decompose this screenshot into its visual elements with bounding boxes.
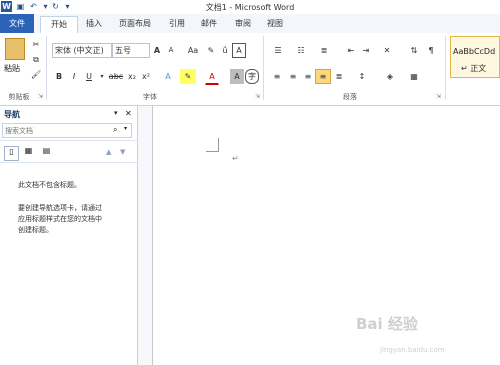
- tab-file[interactable]: 文件: [0, 14, 34, 33]
- watermark: Bai 经验: [356, 315, 418, 333]
- tab-insert[interactable]: 插入: [82, 17, 106, 31]
- nav-pane-title: 导航: [4, 110, 20, 119]
- superscript-button[interactable]: x²: [139, 69, 153, 84]
- sort-icon[interactable]: ⇅: [407, 43, 421, 58]
- document-page[interactable]: ↵: [152, 106, 500, 365]
- paragraph-launcher-icon[interactable]: ⇲: [436, 93, 441, 100]
- numbering-icon[interactable]: ☷: [292, 43, 310, 58]
- next-heading-icon[interactable]: ▼: [120, 148, 125, 156]
- help-line-3: 创建标题。: [18, 226, 53, 234]
- browse-pages-tab-icon[interactable]: ▦: [22, 146, 35, 159]
- nav-pane-splitter[interactable]: [138, 106, 152, 365]
- chevron-down-icon[interactable]: ▾: [124, 125, 127, 132]
- tab-references[interactable]: 引用: [166, 17, 188, 31]
- decrease-indent-icon[interactable]: ⇤: [343, 43, 359, 58]
- font-color-button[interactable]: A: [205, 69, 219, 85]
- tab-page-layout[interactable]: 页面布局: [112, 17, 158, 31]
- borders-icon[interactable]: ▦: [405, 69, 423, 84]
- tab-view[interactable]: 视图: [264, 17, 286, 31]
- align-center-icon[interactable]: ≡: [285, 69, 301, 84]
- show-marks-icon[interactable]: ¶: [424, 43, 438, 58]
- style-sample-text: AaBbCcDd: [453, 47, 496, 56]
- ribbon: 粘贴 ✂ ⧉ 🖌 剪贴板 ⇲ 宋体 (中文正) 五号 A A Aa ✎ ǘ A …: [0, 33, 500, 106]
- search-icon[interactable]: ⌕: [113, 125, 117, 135]
- font-launcher-icon[interactable]: ⇲: [255, 93, 260, 100]
- underline-dropdown-icon[interactable]: ▾: [97, 69, 107, 84]
- nav-pane-menu-icon[interactable]: ▾: [114, 109, 118, 117]
- underline-button[interactable]: U: [82, 69, 96, 84]
- tab-mailings[interactable]: 邮件: [198, 17, 220, 31]
- strikethrough-button[interactable]: abc: [107, 69, 125, 84]
- shading-icon[interactable]: ◈: [381, 69, 399, 84]
- page-corner-mark: [206, 151, 219, 152]
- subscript-button[interactable]: x₂: [125, 69, 139, 84]
- highlight-icon[interactable]: ✎: [180, 69, 196, 84]
- font-name-dropdown[interactable]: 宋体 (中文正): [52, 43, 112, 58]
- ribbon-tab-row: 文件 开始 插入 页面布局 引用 邮件 审阅 视图: [0, 14, 500, 34]
- align-right-icon[interactable]: ≡: [300, 69, 316, 84]
- italic-button[interactable]: I: [67, 69, 81, 84]
- help-line-2: 应用标题样式在您的文档中: [18, 215, 102, 223]
- copy-icon[interactable]: ⧉: [30, 52, 42, 67]
- change-case-button[interactable]: Aa: [183, 43, 203, 58]
- text-effects-icon[interactable]: A: [160, 69, 176, 84]
- clipboard-launcher-icon[interactable]: ⇲: [38, 93, 43, 100]
- bold-button[interactable]: B: [52, 69, 66, 84]
- previous-heading-icon[interactable]: ▲: [106, 148, 111, 156]
- paragraph-group-label: 段落: [343, 93, 357, 101]
- divider: [0, 140, 137, 141]
- title-bar: W ▣ ↶ ▾ ↻ ▾ 文档1 - Microsoft Word: [0, 0, 500, 14]
- help-line-1: 要创建导航选项卡，请通过: [18, 204, 102, 212]
- distributed-icon[interactable]: ≣: [331, 69, 347, 84]
- group-divider: [46, 36, 47, 100]
- browse-headings-tab-icon[interactable]: ▯: [4, 146, 19, 161]
- paragraph-mark-icon: ↵: [232, 154, 239, 163]
- group-divider: [263, 36, 264, 100]
- style-name: ↵ 正文: [461, 64, 487, 73]
- navigation-pane: 导航 ▾ ✕ ⌕ ▾ ▯ ▦ ▤ ▲ ▼ 此文档不包含标题。 要创建导航选项卡，…: [0, 106, 138, 365]
- grow-font-button[interactable]: A: [150, 43, 164, 58]
- font-size-dropdown[interactable]: 五号: [112, 43, 150, 58]
- phonetic-guide-icon[interactable]: ǘ: [218, 43, 232, 58]
- char-shading-icon[interactable]: A: [230, 69, 244, 84]
- font-group-label: 字体: [143, 93, 157, 101]
- page-corner-mark: [218, 138, 219, 152]
- format-painter-icon[interactable]: 🖌: [30, 67, 42, 82]
- justify-icon[interactable]: ≡: [315, 69, 331, 84]
- char-border-icon[interactable]: A: [232, 43, 246, 58]
- clear-format-icon[interactable]: ✎: [204, 43, 218, 58]
- paste-icon[interactable]: [5, 38, 25, 60]
- shrink-font-button[interactable]: A: [164, 43, 178, 58]
- line-spacing-icon[interactable]: ↕: [353, 69, 371, 84]
- window-title: 文档1 - Microsoft Word: [205, 3, 295, 12]
- tab-home[interactable]: 开始: [40, 16, 78, 34]
- browse-results-tab-icon[interactable]: ▤: [40, 146, 53, 159]
- watermark-url: jingyan.baidu.com: [380, 346, 445, 354]
- nav-search-input[interactable]: [5, 124, 109, 137]
- multilevel-list-icon[interactable]: ≣: [315, 43, 333, 58]
- group-divider: [445, 36, 446, 100]
- close-icon[interactable]: ✕: [125, 109, 132, 118]
- enclose-char-icon[interactable]: 字: [245, 69, 259, 84]
- cut-icon[interactable]: ✂: [30, 37, 42, 52]
- chinese-layout-icon[interactable]: ✕: [378, 43, 396, 58]
- nav-search-box[interactable]: ⌕ ▾: [2, 123, 132, 138]
- page-left-edge: [152, 106, 153, 365]
- paste-button-label[interactable]: 粘贴: [4, 63, 20, 74]
- style-normal-tile[interactable]: AaBbCcDd ↵ 正文: [450, 36, 500, 78]
- clipboard-group-label: 剪贴板: [8, 93, 30, 101]
- no-headings-message: 此文档不包含标题。: [18, 181, 81, 189]
- divider: [0, 162, 137, 163]
- increase-indent-icon[interactable]: ⇥: [358, 43, 374, 58]
- tab-review[interactable]: 审阅: [232, 17, 254, 31]
- align-left-icon[interactable]: ≡: [269, 69, 285, 84]
- bullets-icon[interactable]: ☰: [269, 43, 287, 58]
